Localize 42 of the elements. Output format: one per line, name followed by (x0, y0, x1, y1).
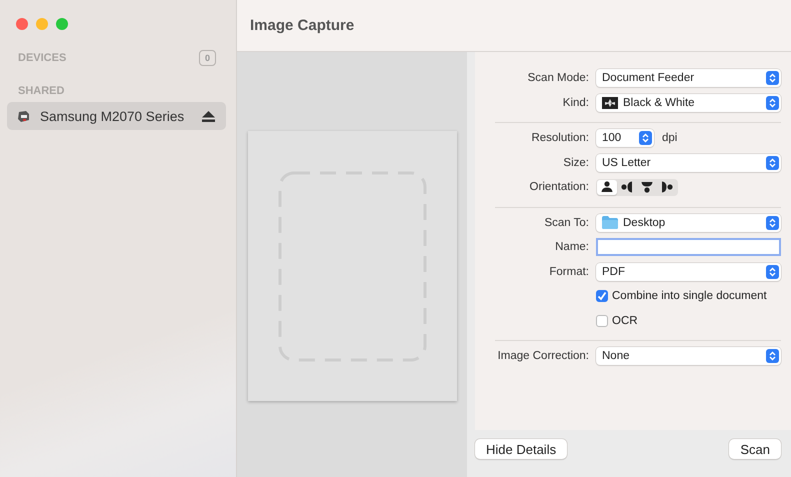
popup-menu[interactable]: PDF (596, 262, 781, 280)
checkbox[interactable] (596, 314, 608, 326)
name-field[interactable] (596, 238, 781, 256)
chevron-icon (766, 216, 779, 230)
popup-menu[interactable]: Desktop (596, 214, 781, 232)
section-heading: DEVICES (18, 52, 66, 64)
chevron-icon (766, 264, 779, 278)
checkbox-label: OCR (612, 314, 638, 326)
popup-menu[interactable]: Black & White (596, 94, 781, 112)
chevron-icon (639, 131, 652, 145)
field-label: Scan Mode: (526, 72, 589, 84)
field-label: Scan To: (543, 216, 589, 228)
chevron-icon (766, 349, 779, 363)
window-title: Image Capture (250, 17, 354, 34)
field-label: Format: (548, 266, 589, 278)
orientation-option[interactable] (597, 180, 617, 194)
unit-label: dpi (662, 132, 678, 144)
field-label: Name: (554, 241, 589, 253)
device-item[interactable]: Samsung M2070 Series (7, 102, 226, 130)
popup-menu[interactable]: US Letter (596, 154, 781, 172)
section-heading: SHARED (18, 85, 64, 97)
checkbox-label: Combine into single document (612, 290, 767, 302)
chevron-icon (766, 156, 779, 170)
field-label: Orientation: (528, 181, 589, 193)
orientation-control[interactable] (596, 178, 678, 196)
device-count: 0 (198, 50, 216, 66)
popup-menu[interactable]: Document Feeder (596, 69, 781, 87)
popup-menu[interactable]: None (596, 347, 781, 365)
field-label: Resolution: (530, 132, 589, 144)
field-label: Kind: (562, 96, 589, 108)
scanner-icon (17, 110, 31, 122)
chevron-icon (766, 71, 779, 85)
field-label: Image Correction: (496, 350, 589, 362)
checkbox[interactable] (596, 290, 608, 302)
eject-icon[interactable] (202, 110, 215, 122)
resolution-popup[interactable]: 100 (596, 129, 654, 147)
field-label: Size: (562, 156, 589, 168)
scan-button[interactable]: Scan (729, 439, 781, 459)
photo-thumbnail-icon (602, 96, 618, 108)
chevron-icon (766, 96, 779, 110)
folder-icon (602, 216, 618, 229)
hide-details-button[interactable]: Hide Details (475, 439, 568, 459)
